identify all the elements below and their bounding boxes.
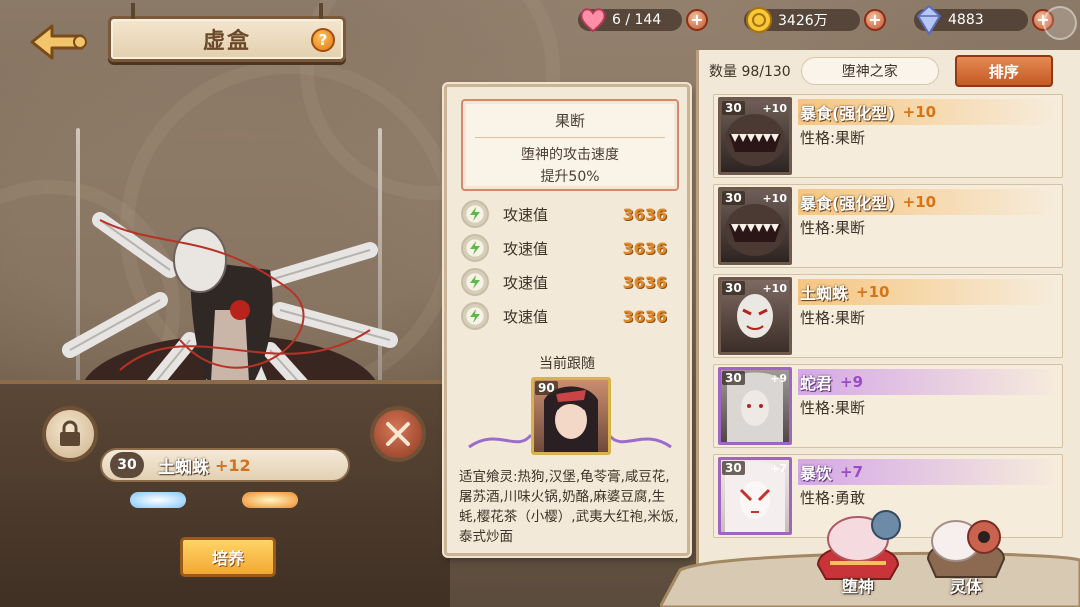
selected-level-badge: 30	[110, 452, 144, 478]
trait-desc-line1: 堕神的攻击速度	[521, 147, 619, 163]
follow-title: 当前跟随	[539, 356, 595, 372]
resource-gold: 3426万 +	[744, 6, 886, 34]
stat-label: 攻速值	[503, 239, 549, 258]
hearts-value: 6 / 144	[612, 12, 662, 28]
lightning-icon	[461, 268, 489, 296]
stat-label: 攻速值	[503, 205, 549, 224]
crossed-swords-icon	[386, 422, 410, 446]
item-trait: 性格:果断	[800, 129, 866, 147]
gem-slot-blue	[130, 492, 186, 508]
item-trait: 性格:果断	[800, 309, 866, 327]
gold-value: 3426万	[778, 13, 828, 29]
sort-button[interactable]: 排序	[954, 55, 1053, 87]
item-trait: 性格:果断	[800, 219, 866, 237]
list-item[interactable]: 30 +10 暴食(强化型) +10 性格:果断	[713, 184, 1063, 268]
add-gold-button[interactable]: +	[864, 9, 886, 31]
gem-slot-orange	[242, 492, 298, 508]
follow-portrait[interactable]: 90	[531, 377, 611, 455]
back-arrow-icon	[30, 24, 87, 60]
page-title: 虚盒	[202, 28, 251, 54]
stat-row: 攻速值 3636	[461, 199, 683, 229]
list-item[interactable]: 30 +9 蛇君 +9 性格:果断	[713, 364, 1063, 448]
gold-coin-icon	[744, 6, 774, 34]
stat-row: 攻速值 3636	[461, 301, 683, 331]
stat-label: 攻速值	[503, 307, 549, 326]
list-item[interactable]: 30 +10 土蜘蛛 +10 性格:果断	[713, 274, 1063, 358]
lock-button[interactable]	[42, 406, 98, 462]
item-name: 暴饮	[800, 464, 833, 483]
gem-slots	[130, 492, 298, 508]
suitable-food-text: 适宜飨灵:热狗,汉堡,龟苓膏,咸豆花,屠苏酒,川味火锅,奶酪,麻婆豆腐,生蚝,樱…	[459, 469, 679, 545]
item-trait: 性格:果断	[800, 399, 866, 417]
help-button[interactable]: ?	[311, 28, 335, 52]
crystal-value: 4883	[948, 12, 984, 28]
tab-label: 灵体	[949, 577, 982, 596]
tab-fallen-gods[interactable]: 堕神	[808, 505, 908, 605]
stat-row: 攻速值 3636	[461, 233, 683, 263]
tab-spirits[interactable]: 灵体	[916, 505, 1016, 605]
trait-name: 果断	[554, 112, 585, 130]
stat-value: 3636	[622, 204, 667, 224]
list-item[interactable]: 30 +10 暴食(强化型) +10 性格:果断	[713, 94, 1063, 178]
lightning-icon	[461, 200, 489, 228]
item-name: 土蜘蛛	[800, 284, 849, 303]
follow-level: 90	[535, 381, 558, 395]
stat-row: 攻速值 3636	[461, 267, 683, 297]
stat-value: 3636	[622, 272, 667, 292]
resource-crystal: 4883 +	[914, 5, 1054, 35]
crystal-icon	[914, 5, 944, 35]
tab-label: 堕神	[841, 577, 874, 596]
add-hearts-button[interactable]: +	[686, 9, 708, 31]
lock-icon	[60, 420, 80, 446]
selected-name: 土蜘蛛	[158, 457, 209, 478]
detail-panel: 果断 堕神的攻击速度 提升50% 攻速值 3636 攻速值 3636 攻速值 3…	[444, 84, 690, 556]
trait-desc-line2: 提升50%	[540, 169, 600, 185]
page-title-plaque: 虚盒 ?	[108, 3, 346, 62]
stat-value: 3636	[622, 238, 667, 258]
stat-label: 攻速值	[503, 273, 549, 292]
trait-card: 果断 堕神的攻击速度 提升50%	[461, 99, 679, 191]
selected-name-bar: 30 土蜘蛛 +12	[100, 448, 350, 482]
scroll-knob[interactable]	[1043, 6, 1077, 40]
release-button[interactable]	[370, 406, 426, 462]
stat-value: 3636	[622, 306, 667, 326]
resource-hearts: 6 / 144 +	[578, 6, 708, 34]
filter-dropdown[interactable]: 堕神之家	[800, 57, 939, 85]
item-name: 暴食(强化型)	[800, 104, 895, 123]
inventory-count: 数量 98/130	[709, 64, 791, 80]
heart-icon	[578, 6, 608, 34]
lightning-icon	[461, 302, 489, 330]
cultivate-button[interactable]: 培养	[180, 537, 276, 577]
item-name: 蛇君	[800, 374, 833, 393]
item-name: 暴食(强化型)	[800, 194, 895, 213]
lightning-icon	[461, 234, 489, 262]
back-button[interactable]	[22, 20, 92, 64]
selected-plus: +12	[215, 455, 251, 475]
